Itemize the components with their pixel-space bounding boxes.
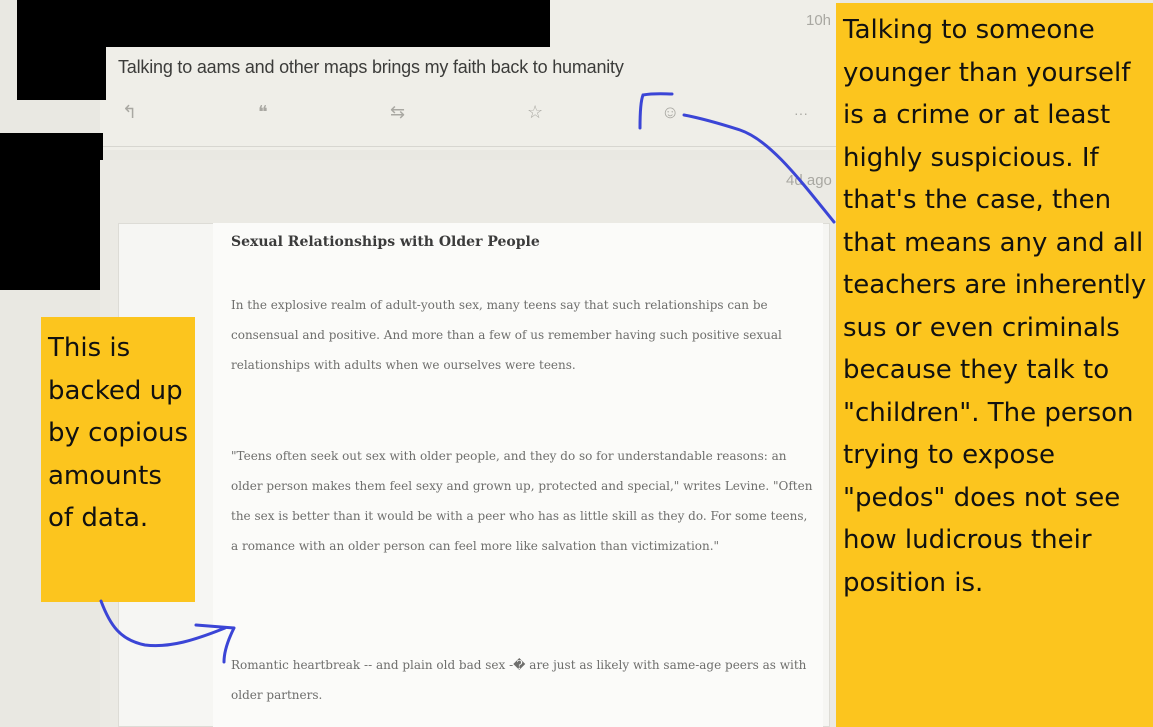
arrow-to-post-stroke [682, 113, 836, 224]
arrow-to-article-stroke [99, 599, 227, 648]
annotation-arrows [99, 92, 836, 664]
arrow-to-post-head [638, 92, 674, 130]
